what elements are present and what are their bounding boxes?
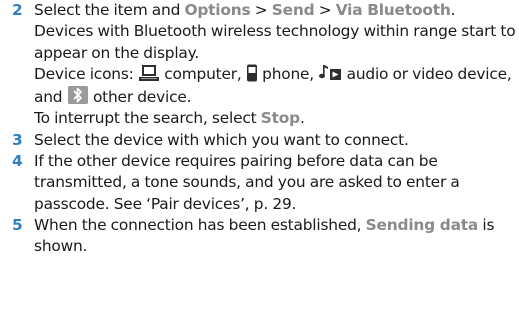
interrupt-instruction: To interrupt the search, select Stop. (34, 109, 305, 128)
audio-video-icon (318, 64, 342, 82)
send-term: Send (271, 1, 315, 19)
step-5: 5 When the connection has been establish… (12, 215, 519, 258)
manual-page: 2 Select the item and Options > Send > V… (0, 0, 519, 318)
step-4: 4 If the other device requires pairing b… (12, 151, 519, 215)
bluetooth-icon (67, 85, 89, 105)
options-term: Options (184, 1, 251, 19)
via-bluetooth-term: Via Bluetooth (335, 1, 451, 19)
sending-data-term: Sending data (365, 215, 479, 234)
computer-icon (138, 64, 160, 82)
step-number: 5 (12, 215, 23, 234)
phone-icon (246, 64, 258, 82)
step-number: 4 (12, 152, 23, 171)
step-2-devices-text: Devices with Bluetooth wireless technolo… (34, 22, 516, 62)
stop-term: Stop (260, 109, 300, 128)
step-3: 3 Select the device with which you want … (12, 130, 519, 151)
device-icons-legend: Device icons: computer, phone, audio or … (34, 64, 512, 107)
step-number: 3 (12, 130, 23, 149)
instruction-steps: 2 Select the item and Options > Send > V… (12, 0, 519, 258)
step-number: 2 (12, 1, 23, 19)
step-2: 2 Select the item and Options > Send > V… (12, 0, 519, 130)
step-4-text: If the other device requires pairing bef… (34, 152, 460, 213)
step-3-text: Select the device with which you want to… (34, 130, 409, 149)
step-5-text: When the connection has been established… (34, 215, 495, 256)
step-2-instruction: Select the item and Options > Send > Via… (34, 1, 456, 19)
